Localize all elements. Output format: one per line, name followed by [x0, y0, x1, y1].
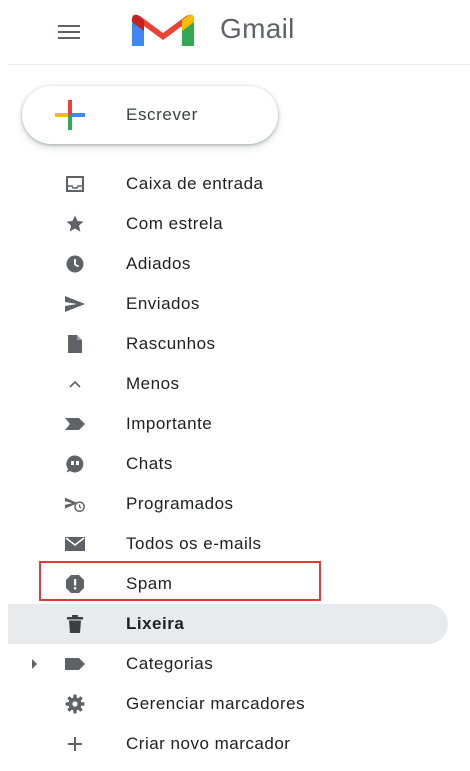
sidebar-item-drafts[interactable]: Rascunhos	[0, 324, 470, 364]
spam-highlight-box	[39, 561, 321, 601]
sidebar-item-sent[interactable]: Enviados	[0, 284, 470, 324]
sidebar-item-label: Rascunhos	[126, 334, 216, 353]
sidebar-item-label: Gerenciar marcadores	[126, 694, 306, 713]
chevron-up-icon	[64, 373, 86, 395]
inbox-icon	[64, 173, 86, 195]
compose-label: Escrever	[126, 105, 198, 124]
draft-icon	[64, 333, 86, 355]
snooze-clock-icon	[64, 253, 86, 275]
sidebar-item-scheduled[interactable]: Programados	[0, 484, 470, 524]
settings-gear-icon	[64, 693, 86, 715]
sidebar-item-all-mail[interactable]: Todos os e-mails	[0, 524, 470, 564]
sidebar-item-label: Menos	[126, 374, 180, 393]
label-icon	[64, 653, 86, 675]
sidebar-item-categories[interactable]: Categorias	[0, 644, 470, 684]
gmail-logo-icon[interactable]	[128, 10, 198, 48]
chat-icon	[64, 453, 86, 475]
sidebar-item-label: Lixeira	[126, 614, 185, 633]
header-divider	[8, 64, 470, 65]
important-icon	[64, 413, 86, 435]
sidebar-item-trash[interactable]: Lixeira	[8, 604, 448, 644]
send-icon	[64, 293, 86, 315]
sidebar-item-label: Todos os e-mails	[126, 534, 262, 553]
sidebar-item-create-label[interactable]: Criar novo marcador	[0, 724, 470, 764]
sidebar-item-inbox[interactable]: Caixa de entrada	[0, 164, 470, 204]
all-mail-icon	[64, 533, 86, 555]
sidebar-item-starred[interactable]: Com estrela	[0, 204, 470, 244]
sidebar-item-snoozed[interactable]: Adiados	[0, 244, 470, 284]
expand-arrow-icon[interactable]	[32, 659, 37, 669]
compose-plus-icon	[52, 97, 88, 133]
scheduled-send-icon	[64, 493, 86, 515]
app-title: Gmail	[220, 13, 295, 44]
trash-icon	[64, 613, 86, 635]
compose-button[interactable]: Escrever	[22, 86, 278, 144]
sidebar-item-less[interactable]: Menos	[0, 364, 470, 404]
sidebar-item-important[interactable]: Importante	[0, 404, 470, 444]
star-icon	[64, 213, 86, 235]
sidebar-item-label: Caixa de entrada	[126, 174, 264, 193]
sidebar-item-label: Chats	[126, 454, 173, 473]
app-header: Gmail	[0, 0, 470, 62]
sidebar-item-label: Categorias	[126, 654, 214, 673]
sidebar-item-label: Programados	[126, 494, 234, 513]
sidebar-item-label: Com estrela	[126, 214, 224, 233]
hamburger-menu-icon[interactable]	[57, 22, 81, 42]
sidebar-item-manage-labels[interactable]: Gerenciar marcadores	[0, 684, 470, 724]
sidebar-item-label: Enviados	[126, 294, 200, 313]
sidebar-item-label: Criar novo marcador	[126, 734, 291, 753]
sidebar-item-chats[interactable]: Chats	[0, 444, 470, 484]
sidebar-nav: Caixa de entrada Com estrela Adiados Env…	[0, 164, 470, 764]
sidebar-item-label: Importante	[126, 414, 213, 433]
plus-icon	[64, 733, 86, 755]
sidebar-item-label: Adiados	[126, 254, 191, 273]
